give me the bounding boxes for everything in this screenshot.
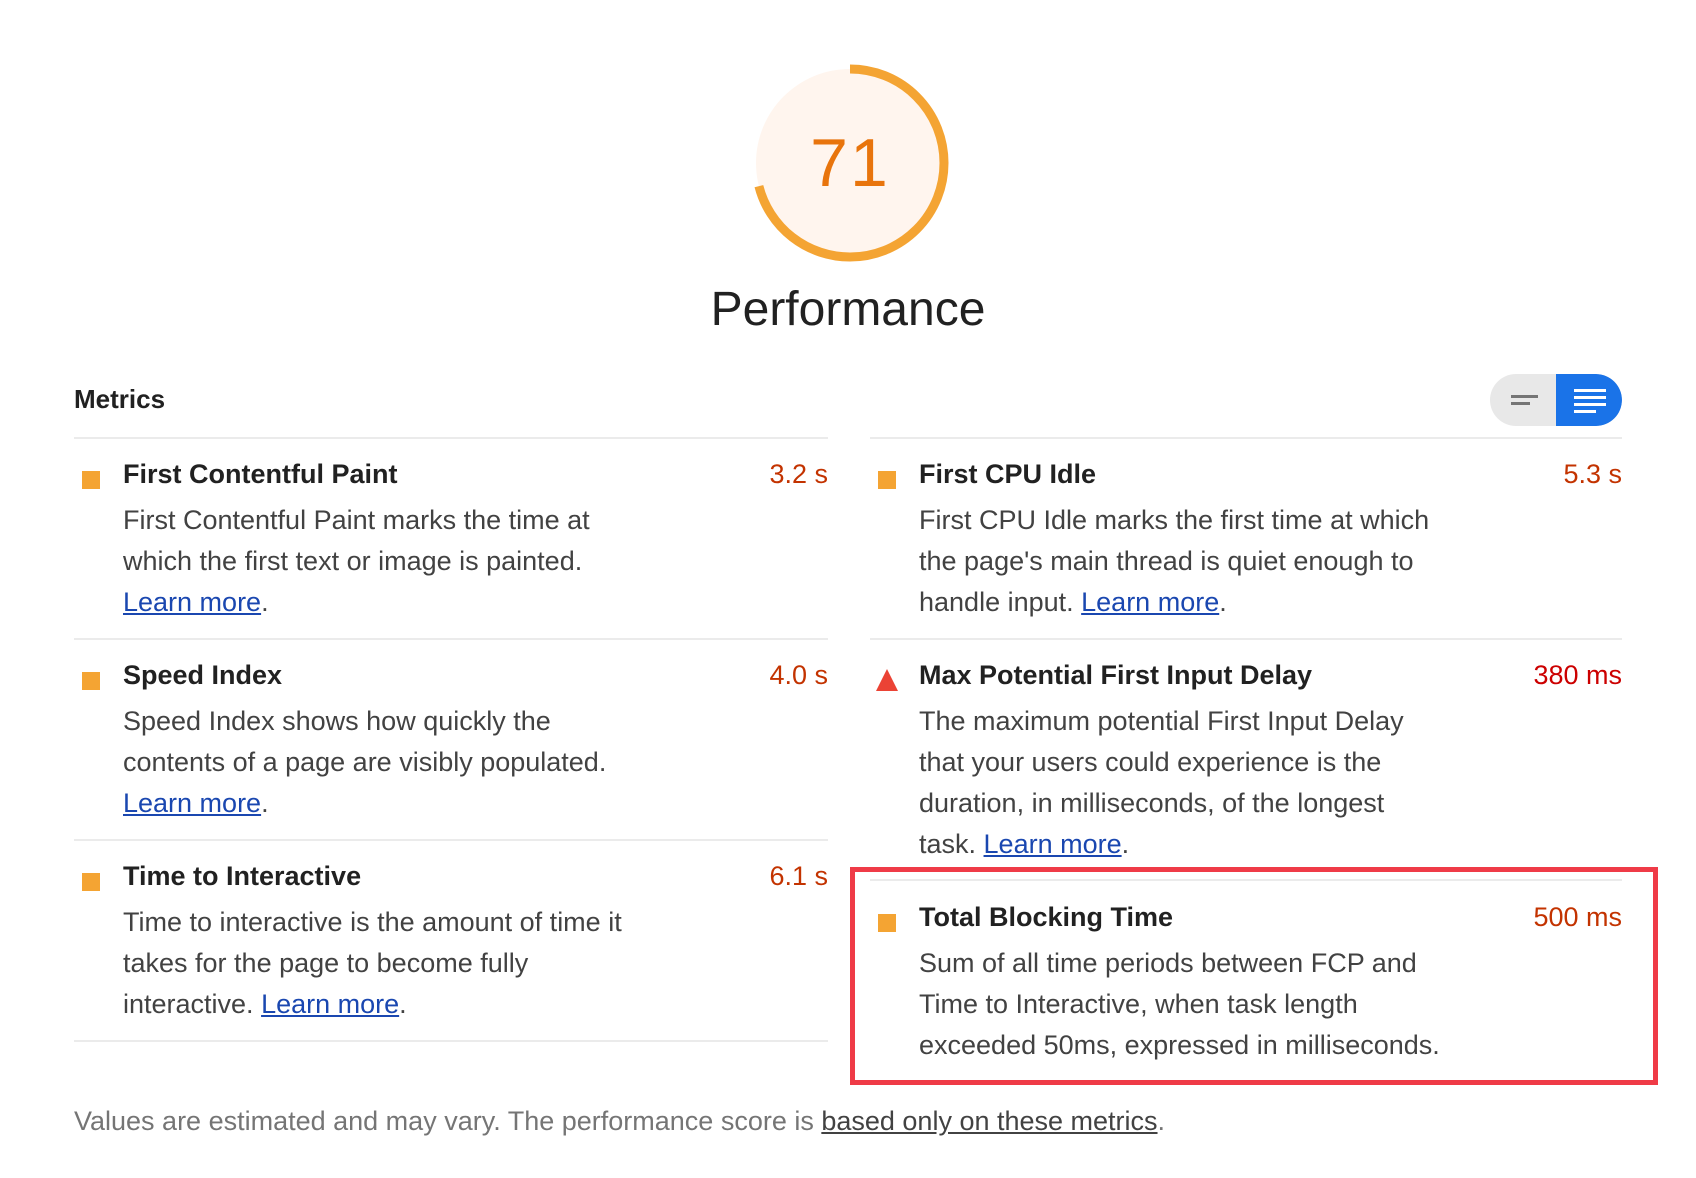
metric-description: Time to interactive is the amount of tim… [123, 907, 622, 1019]
learn-more-link[interactable]: Learn more [123, 788, 261, 818]
collapsed-view-button[interactable] [1490, 374, 1556, 426]
score-calculation-link[interactable]: based only on these metrics [821, 1106, 1157, 1136]
metric-title: First Contentful Paint [123, 459, 398, 489]
metric-value: 4.0 s [769, 660, 828, 690]
performance-score-gauge: 71 [747, 60, 953, 266]
metric-speed-index: Speed Index 4.0 s Speed Index shows how … [74, 660, 828, 820]
orange-square-icon [878, 471, 896, 489]
divider-line [870, 437, 1622, 439]
learn-more-link[interactable]: Learn more [984, 829, 1122, 859]
divider-line [74, 437, 828, 439]
performance-score: 71 [810, 125, 890, 201]
metric-value: 6.1 s [769, 861, 828, 891]
expanded-view-button[interactable] [1556, 374, 1622, 426]
learn-more-link[interactable]: Learn more [261, 989, 399, 1019]
highlight-annotation-box [850, 867, 1658, 1085]
metrics-view-toggle[interactable] [1490, 374, 1622, 426]
metric-value: 5.3 s [1563, 459, 1622, 489]
category-title: Performance [710, 283, 986, 336]
metric-title: Speed Index [123, 660, 283, 690]
metric-description: Speed Index shows how quickly the conten… [123, 706, 607, 818]
divider-line [74, 1040, 828, 1042]
metric-first-contentful-paint: First Contentful Paint 3.2 s First Conte… [74, 459, 828, 619]
orange-square-icon [82, 672, 100, 690]
collapsed-view-icon [1511, 395, 1538, 405]
metric-time-to-interactive: Time to Interactive 6.1 s Time to intera… [74, 861, 828, 1021]
metric-description: First CPU Idle marks the first time at w… [919, 505, 1430, 617]
metric-max-potential-fid: Max Potential First Input Delay 380 ms T… [870, 660, 1622, 860]
divider-line [74, 638, 828, 640]
metric-title: Max Potential First Input Delay [919, 660, 1313, 690]
orange-square-icon [82, 873, 100, 891]
divider-line [74, 839, 828, 841]
metric-first-cpu-idle: First CPU Idle 5.3 s First CPU Idle mark… [870, 459, 1622, 619]
metrics-heading: Metrics [74, 384, 166, 414]
divider-line [870, 638, 1622, 640]
metric-description: The maximum potential First Input Delay … [919, 706, 1404, 859]
learn-more-link[interactable]: Learn more [123, 587, 261, 617]
red-triangle-icon [876, 669, 898, 691]
learn-more-link[interactable]: Learn more [1081, 587, 1219, 617]
metric-title: First CPU Idle [919, 459, 1097, 489]
metric-value: 3.2 s [769, 459, 828, 489]
metric-title: Time to Interactive [123, 861, 362, 891]
orange-square-icon [82, 471, 100, 489]
expanded-view-icon [1574, 389, 1606, 413]
metric-value: 380 ms [1533, 660, 1622, 690]
metric-description: First Contentful Paint marks the time at… [123, 505, 590, 617]
footer-note: Values are estimated and may vary. The p… [74, 1106, 1166, 1136]
